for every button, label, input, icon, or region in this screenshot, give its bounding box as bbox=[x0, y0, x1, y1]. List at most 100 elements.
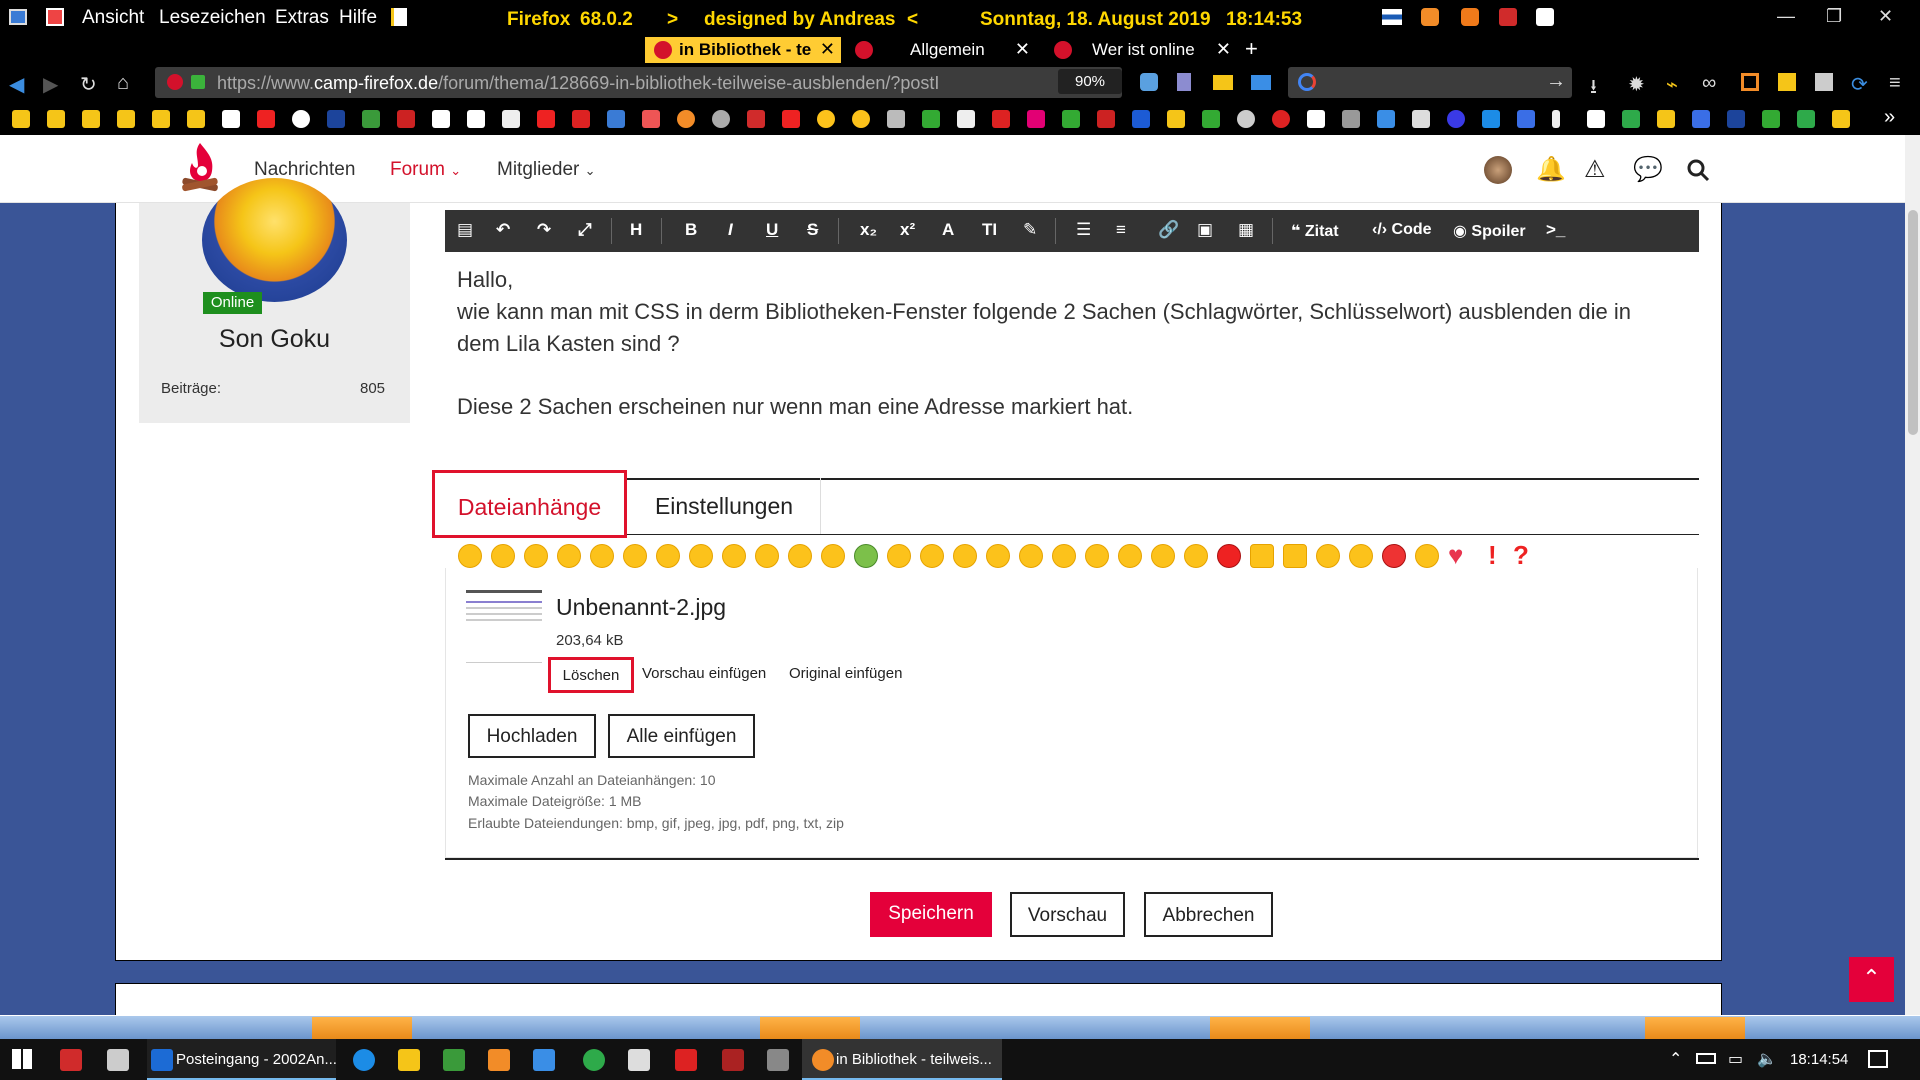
terminal-icon[interactable]: >_ bbox=[1546, 220, 1565, 240]
bookmark-icon[interactable] bbox=[1587, 110, 1605, 128]
smiley-rage-icon[interactable] bbox=[1217, 544, 1241, 568]
bookmark-icon[interactable] bbox=[1762, 110, 1780, 128]
notepad-icon[interactable] bbox=[391, 8, 407, 26]
close-tab-icon[interactable]: ✕ bbox=[1015, 39, 1030, 60]
bookmark-icon[interactable] bbox=[1097, 110, 1115, 128]
insert-preview-button[interactable]: Vorschau einfügen bbox=[642, 665, 766, 682]
list-icon[interactable]: ☰ bbox=[1076, 220, 1091, 240]
quote-button[interactable]: ❝ Zitat bbox=[1291, 221, 1339, 241]
folder-blue-icon[interactable] bbox=[1251, 75, 1271, 90]
strikethrough-icon[interactable]: S bbox=[807, 220, 818, 240]
smiley-surprised-icon[interactable] bbox=[1085, 544, 1109, 568]
smiley-grin-icon[interactable] bbox=[590, 544, 614, 568]
chat-icon[interactable]: 💬 bbox=[1633, 155, 1663, 184]
bookmark-folder-icon[interactable] bbox=[1832, 110, 1850, 128]
app-icon[interactable] bbox=[107, 1049, 129, 1071]
glasses-icon[interactable]: ∞ bbox=[1702, 72, 1716, 95]
bookmark-bz-icon[interactable] bbox=[222, 110, 240, 128]
insert-all-button[interactable]: Alle einfügen bbox=[608, 714, 755, 758]
smiley-cool-icon[interactable] bbox=[1019, 544, 1043, 568]
smiley-angel-icon[interactable] bbox=[1415, 544, 1439, 568]
smiley-cry-laugh-icon[interactable] bbox=[656, 544, 680, 568]
bookmark-icon[interactable] bbox=[1062, 110, 1080, 128]
smiley-wink-icon[interactable] bbox=[524, 544, 548, 568]
menu-lesezeichen[interactable]: Lesezeichen bbox=[159, 7, 266, 29]
bookmark-icon[interactable] bbox=[887, 110, 905, 128]
menu-extras[interactable]: Extras bbox=[275, 7, 329, 29]
bookmark-ebay-icon[interactable] bbox=[432, 110, 450, 128]
fullscreen-icon[interactable]: ⤢ bbox=[578, 220, 592, 240]
smiley-unamused-icon[interactable] bbox=[986, 544, 1010, 568]
smiley-hush-icon[interactable] bbox=[1349, 544, 1373, 568]
bookmark-icon[interactable] bbox=[1797, 110, 1815, 128]
smiley-sad-icon[interactable] bbox=[491, 544, 515, 568]
scroll-to-top-button[interactable]: ⌃ bbox=[1849, 957, 1894, 1002]
scrollbar-thumb[interactable] bbox=[1908, 210, 1918, 435]
exclamation-icon[interactable]: ! bbox=[1488, 540, 1497, 571]
bookmark-telekom-icon[interactable] bbox=[1027, 110, 1045, 128]
bookmark-icon[interactable] bbox=[1552, 110, 1560, 128]
superscript-icon[interactable]: x² bbox=[900, 220, 915, 240]
bookmark-icon[interactable] bbox=[292, 110, 310, 128]
smiley-tired-icon[interactable] bbox=[887, 544, 911, 568]
menu-icon[interactable]: ≡ bbox=[1889, 72, 1901, 95]
insert-original-button[interactable]: Original einfügen bbox=[789, 665, 902, 682]
dock-item[interactable] bbox=[1645, 1017, 1745, 1039]
edit-icon[interactable] bbox=[1536, 8, 1554, 26]
bookmark-icon[interactable] bbox=[1377, 110, 1395, 128]
addon-icon[interactable] bbox=[1177, 73, 1191, 91]
pocket-icon[interactable] bbox=[1140, 73, 1158, 91]
bookmark-icon[interactable] bbox=[1727, 110, 1745, 128]
bookmark-icon[interactable] bbox=[1657, 110, 1675, 128]
bold-icon[interactable]: B bbox=[685, 220, 697, 240]
bookmark-gmx-icon[interactable] bbox=[327, 110, 345, 128]
minimize-icon[interactable]: — bbox=[1777, 6, 1795, 27]
app-icon[interactable] bbox=[628, 1049, 650, 1071]
cookie-icon[interactable] bbox=[1461, 8, 1479, 26]
code-button[interactable]: ‹/› Code bbox=[1372, 221, 1432, 239]
back-icon[interactable]: ◀ bbox=[9, 72, 24, 97]
go-arrow-icon[interactable]: → bbox=[1546, 70, 1566, 93]
smiley-heart-eyes-icon[interactable] bbox=[1151, 544, 1175, 568]
redo-icon[interactable]: ↷ bbox=[537, 220, 551, 240]
tab-attachments[interactable]: Dateianhänge bbox=[432, 470, 627, 538]
bookmark-icon[interactable] bbox=[747, 110, 765, 128]
underline-icon[interactable]: U bbox=[766, 220, 778, 240]
italic-icon[interactable]: I bbox=[728, 220, 733, 240]
app-icon[interactable] bbox=[767, 1049, 789, 1071]
bookmark-firefox-icon[interactable] bbox=[677, 110, 695, 128]
taskbar-firefox[interactable]: in Bibliothek - teilweis... bbox=[802, 1039, 1002, 1080]
bookmark-windows-icon[interactable] bbox=[1482, 110, 1500, 128]
search-icon[interactable] bbox=[1686, 158, 1710, 182]
bookmark-icon[interactable] bbox=[1447, 110, 1465, 128]
bookmark-icon[interactable] bbox=[1692, 110, 1710, 128]
smiley-dizzy-icon[interactable] bbox=[1316, 544, 1340, 568]
preview-button[interactable]: Vorschau bbox=[1010, 892, 1125, 937]
addon-icon[interactable] bbox=[1421, 8, 1439, 26]
bookmark-folder-icon[interactable] bbox=[82, 110, 100, 128]
bookmark-icon[interactable] bbox=[362, 110, 380, 128]
bookmark-icon[interactable] bbox=[642, 110, 660, 128]
bell-icon[interactable]: 🔔 bbox=[1536, 155, 1566, 184]
thumbs-down-icon[interactable] bbox=[1250, 544, 1274, 568]
network-icon[interactable]: ▭ bbox=[1728, 1049, 1743, 1069]
smiley-confused-icon[interactable] bbox=[1052, 544, 1076, 568]
attachment-filename[interactable]: Unbenannt-2.jpg bbox=[556, 594, 726, 621]
bookmark-icon[interactable] bbox=[1237, 110, 1255, 128]
bookmark-info-icon[interactable] bbox=[1132, 110, 1150, 128]
bookmark-icon[interactable] bbox=[992, 110, 1010, 128]
heading-icon[interactable]: H bbox=[630, 220, 642, 240]
explorer-icon[interactable] bbox=[398, 1049, 420, 1071]
notification-icon[interactable] bbox=[1868, 1050, 1888, 1068]
smiley-angry-icon[interactable] bbox=[689, 544, 713, 568]
smiley-think-icon[interactable] bbox=[920, 544, 944, 568]
tab-wer-ist-online[interactable]: Wer ist online ✕ bbox=[1045, 37, 1237, 63]
warning-icon[interactable]: ⚠ bbox=[1584, 155, 1606, 184]
bookmark-icon[interactable] bbox=[1622, 110, 1640, 128]
smiley-kiss-icon[interactable] bbox=[722, 544, 746, 568]
username[interactable]: Son Goku bbox=[139, 325, 410, 354]
home-icon[interactable]: ⌂ bbox=[117, 72, 129, 95]
addon3-icon[interactable]: ⌁ bbox=[1666, 72, 1678, 97]
nav-mitglieder[interactable]: Mitglieder ⌄ bbox=[497, 159, 596, 181]
smiley-devil-icon[interactable] bbox=[1382, 544, 1406, 568]
